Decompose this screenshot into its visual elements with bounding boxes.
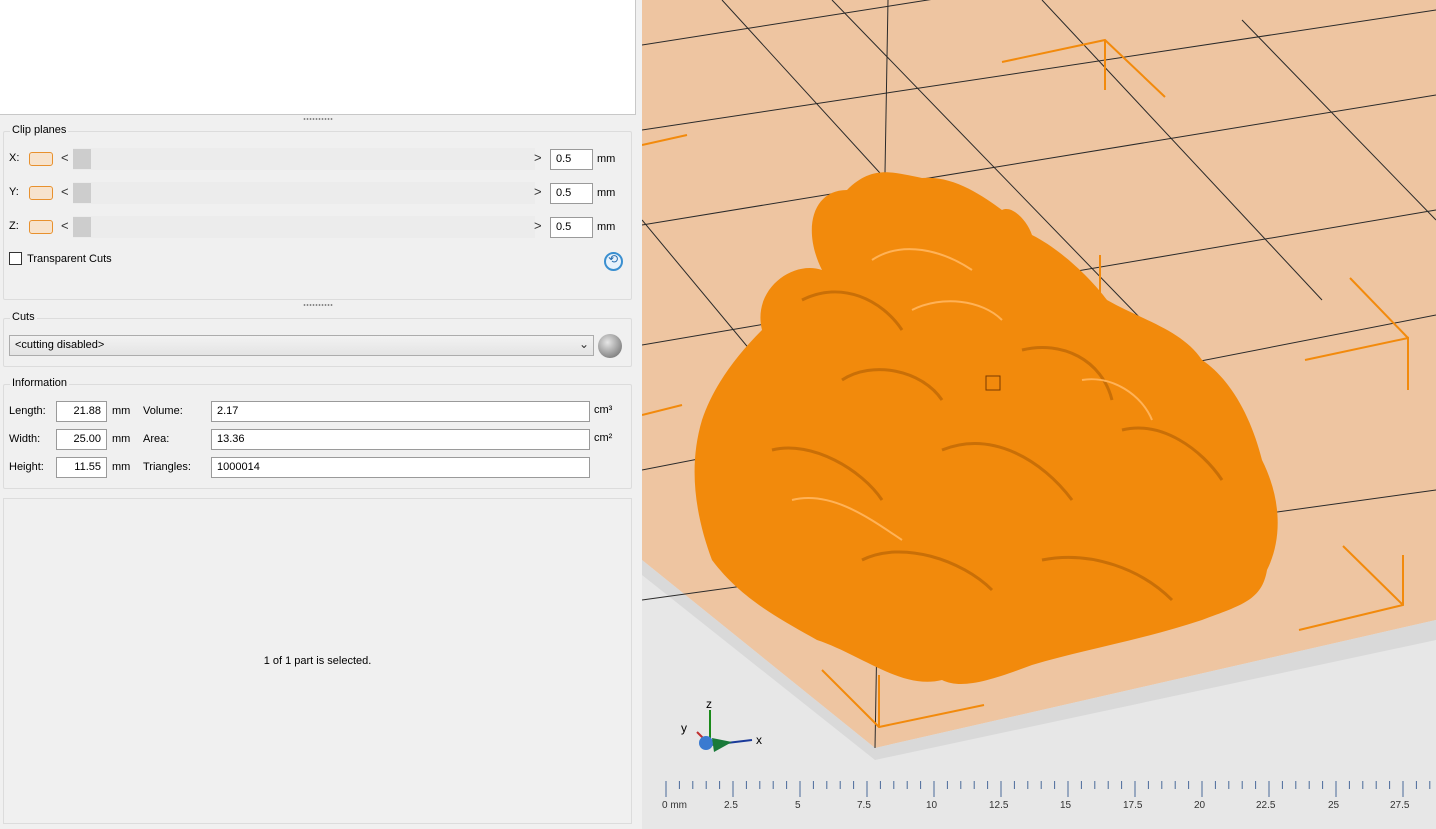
clip-value-z[interactable]: 0.5 xyxy=(550,217,593,238)
clip-slider-thumb-y[interactable] xyxy=(73,183,91,203)
area-unit: cm² xyxy=(594,432,613,444)
ruler-label: 10 xyxy=(926,800,938,811)
clip-planes-group: Clip planes X: < > 0.5 mm Y: < > 0.5 mm … xyxy=(3,124,632,300)
width-label: Width: xyxy=(9,433,41,445)
width-field: 25.00 xyxy=(56,429,107,450)
transparent-cuts-label: Transparent Cuts xyxy=(27,252,112,265)
ruler-label: 12.5 xyxy=(989,800,1009,811)
triangles-field: 1000014 xyxy=(211,457,590,478)
ruler-label: 7.5 xyxy=(857,800,871,811)
splitter-handle[interactable] xyxy=(0,116,636,122)
ruler-label: 25 xyxy=(1328,800,1340,811)
clip-increment-x[interactable]: > xyxy=(534,150,542,165)
cuts-dropdown[interactable]: <cutting disabled> ⌄ xyxy=(9,335,594,356)
clip-slider-thumb-x[interactable] xyxy=(73,149,91,169)
clip-value-x[interactable]: 0.5 xyxy=(550,149,593,170)
area-field: 13.36 xyxy=(211,429,590,450)
clip-decrement-x[interactable]: < xyxy=(61,150,69,165)
clip-row-x: X: < > 0.5 mm xyxy=(4,148,631,170)
left-panel: Clip planes X: < > 0.5 mm Y: < > 0.5 mm … xyxy=(0,0,638,829)
clip-slider-y[interactable] xyxy=(73,182,535,204)
viewport-canvas[interactable] xyxy=(642,0,1436,829)
clip-axis-label: Z: xyxy=(9,220,19,232)
part-tree[interactable] xyxy=(0,0,636,115)
ruler-label: 27.5 xyxy=(1390,800,1410,811)
splitter-handle[interactable] xyxy=(0,302,636,308)
clip-decrement-y[interactable]: < xyxy=(61,184,69,199)
clip-toggle-z[interactable] xyxy=(29,220,53,234)
ruler-label: 22.5 xyxy=(1256,800,1276,811)
length-unit: mm xyxy=(112,405,131,417)
length-label: Length: xyxy=(9,405,46,417)
transparent-cuts-option[interactable]: Transparent Cuts xyxy=(9,252,112,265)
volume-label: Volume: xyxy=(143,405,183,417)
ruler-label: 20 xyxy=(1194,800,1206,811)
height-label: Height: xyxy=(9,461,44,473)
clip-axis-label: Y: xyxy=(9,186,19,198)
axis-gizmo xyxy=(696,710,753,752)
clip-unit: mm xyxy=(597,153,616,165)
height-field: 11.55 xyxy=(56,457,107,478)
length-field: 21.88 xyxy=(56,401,107,422)
width-unit: mm xyxy=(112,433,131,445)
3d-viewport[interactable]: z y x 0 mm 2.5 5 7.5 10 12.5 15 17.5 20 … xyxy=(642,0,1436,829)
clip-toggle-y[interactable] xyxy=(29,186,53,200)
volume-field: 2.17 xyxy=(211,401,590,422)
ruler-label: 15 xyxy=(1060,800,1072,811)
information-group: Information Length: 21.88 mm Width: 25.0… xyxy=(3,377,632,489)
clip-decrement-z[interactable]: < xyxy=(61,218,69,233)
chevron-down-icon: ⌄ xyxy=(578,337,589,351)
height-unit: mm xyxy=(112,461,131,473)
axis-label-z: z xyxy=(706,697,712,711)
clip-increment-z[interactable]: > xyxy=(534,218,542,233)
clip-unit: mm xyxy=(597,187,616,199)
ruler-label: 0 mm xyxy=(662,800,687,811)
cut-sphere-icon[interactable] xyxy=(598,334,622,358)
information-title: Information xyxy=(10,377,70,389)
clip-increment-y[interactable]: > xyxy=(534,184,542,199)
clip-slider-z[interactable] xyxy=(73,216,535,238)
triangles-label: Triangles: xyxy=(143,461,191,473)
clip-planes-title: Clip planes xyxy=(10,124,69,136)
clip-row-z: Z: < > 0.5 mm xyxy=(4,216,631,238)
axis-label-y: y xyxy=(681,721,687,735)
clip-toggle-x[interactable] xyxy=(29,152,53,166)
cuts-title: Cuts xyxy=(10,311,37,323)
cuts-group: Cuts <cutting disabled> ⌄ xyxy=(3,311,632,367)
cuts-selected-value: <cutting disabled> xyxy=(15,339,105,351)
clip-unit: mm xyxy=(597,221,616,233)
ruler-label: 5 xyxy=(795,800,801,811)
clip-slider-x[interactable] xyxy=(73,148,535,170)
clip-value-y[interactable]: 0.5 xyxy=(550,183,593,204)
status-area: 1 of 1 part is selected. xyxy=(3,498,632,824)
clip-axis-label: X: xyxy=(9,152,20,164)
selection-status-text: 1 of 1 part is selected. xyxy=(263,655,372,667)
ruler xyxy=(642,775,1436,829)
volume-unit: cm³ xyxy=(594,404,613,416)
clip-slider-thumb-z[interactable] xyxy=(73,217,91,237)
area-label: Area: xyxy=(143,433,170,445)
clip-row-y: Y: < > 0.5 mm xyxy=(4,182,631,204)
reset-clip-icon[interactable] xyxy=(604,252,623,271)
transparent-cuts-checkbox[interactable] xyxy=(9,252,22,265)
axis-label-x: x xyxy=(756,733,762,747)
ruler-label: 17.5 xyxy=(1123,800,1143,811)
ruler-label: 2.5 xyxy=(724,800,738,811)
